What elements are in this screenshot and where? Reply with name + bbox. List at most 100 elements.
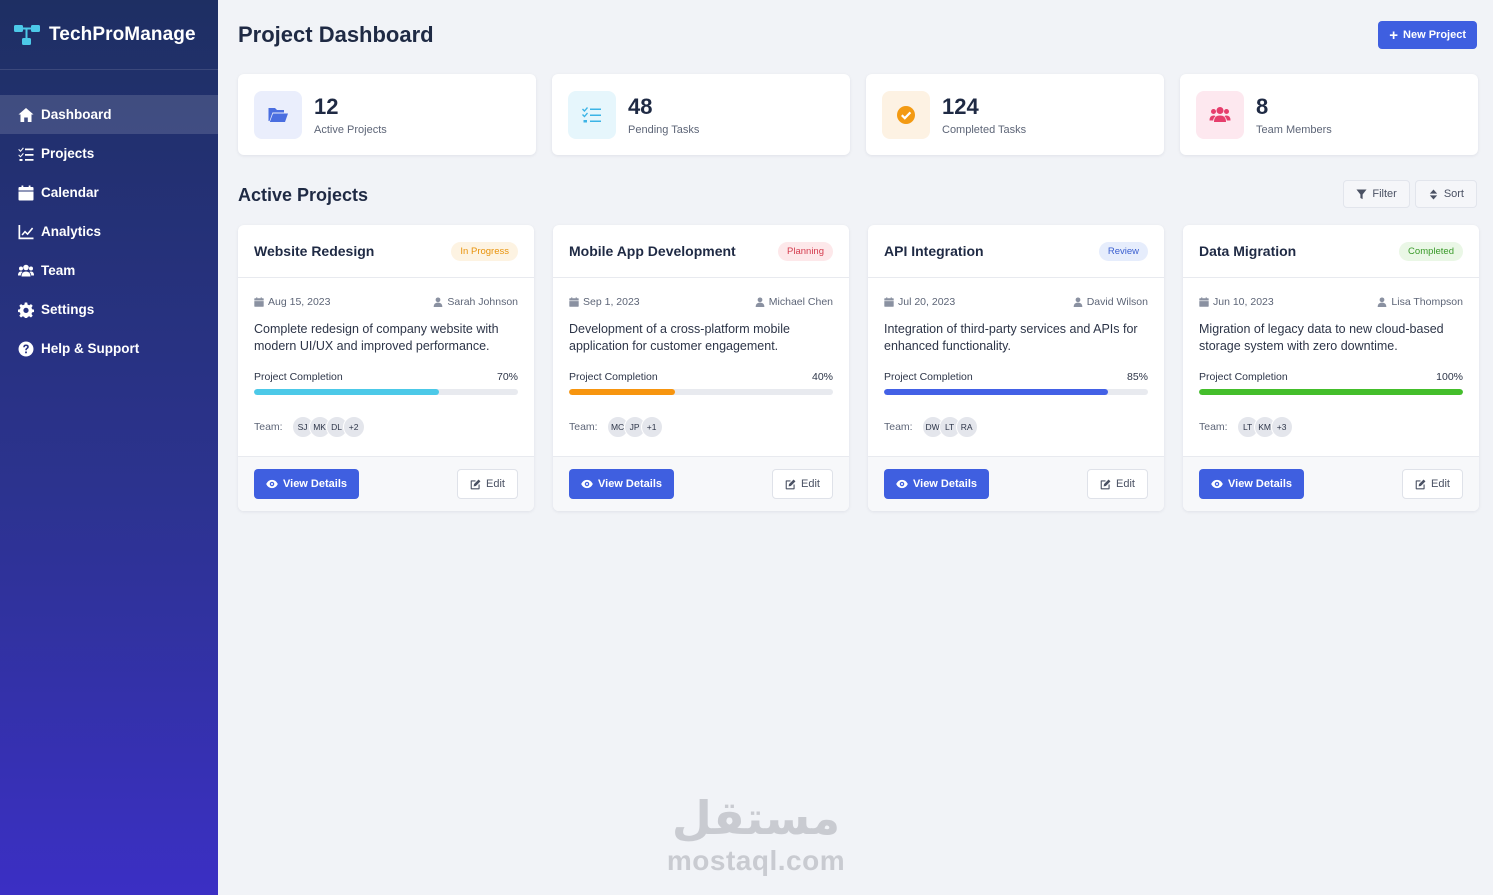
- project-card-body: Sep 1, 2023 Michael Chen Development of …: [553, 278, 849, 438]
- watermark-latin: mostaql.com: [666, 845, 846, 876]
- team-avatar: +3: [1270, 416, 1293, 438]
- team-label: Team:: [254, 421, 283, 433]
- project-description: Development of a cross-platform mobile a…: [569, 322, 790, 353]
- project-owner-text: Michael Chen: [768, 296, 833, 308]
- project-name: API Integration: [884, 243, 984, 259]
- progress-row: Project Completion 100%: [1199, 371, 1463, 383]
- project-card: Website Redesign In Progress Aug 15, 202…: [238, 225, 534, 511]
- sidebar-item-team[interactable]: Team: [0, 251, 218, 290]
- edit-button[interactable]: Edit: [1402, 469, 1463, 499]
- progress-row: Project Completion 40%: [569, 371, 833, 383]
- edit-label: Edit: [486, 478, 505, 490]
- users-icon: [1196, 90, 1244, 139]
- sidebar-item-label: Analytics: [41, 224, 102, 239]
- progress-fill: [569, 389, 675, 395]
- project-owner: Sarah Johnson: [433, 296, 518, 308]
- users-icon: [17, 262, 34, 279]
- team-avatars: MC JP +1: [606, 416, 663, 438]
- stat-value: 48: [628, 93, 653, 119]
- sidebar-item-help[interactable]: Help & Support: [0, 329, 218, 368]
- sort-button[interactable]: Sort: [1414, 180, 1477, 208]
- edit-label: Edit: [1431, 478, 1450, 490]
- project-card-footer: View Details Edit: [1183, 456, 1479, 511]
- watermark-arabic: مستقل: [671, 791, 841, 845]
- edit-icon: [470, 479, 481, 489]
- page-title: Project Dashboard: [238, 22, 434, 47]
- project-card: Mobile App Development Planning Sep 1, 2…: [553, 225, 849, 511]
- progress-label: Project Completion: [1199, 371, 1288, 383]
- stat-card-pending-tasks: 48 Pending Tasks: [552, 74, 850, 155]
- project-owner-text: Lisa Thompson: [1391, 296, 1463, 308]
- sidebar-item-calendar[interactable]: Calendar: [0, 173, 218, 212]
- calendar-icon: [254, 297, 264, 307]
- status-badge: Planning: [778, 241, 833, 261]
- sidebar-item-settings[interactable]: Settings: [0, 290, 218, 329]
- view-details-button[interactable]: View Details: [569, 469, 674, 499]
- checklist-icon: [568, 90, 616, 139]
- edit-icon: [785, 479, 796, 489]
- team-row: Team: LT KM +3: [1199, 416, 1463, 438]
- sort-label: Sort: [1443, 188, 1464, 200]
- progress-bar: [884, 389, 1148, 395]
- team-avatar: +1: [640, 416, 663, 438]
- status-badge: Review: [1098, 241, 1148, 261]
- view-details-label: View Details: [283, 478, 347, 490]
- sidebar-item-label: Settings: [41, 302, 95, 317]
- progress-row: Project Completion 85%: [884, 371, 1148, 383]
- filter-button[interactable]: Filter: [1343, 180, 1410, 208]
- brand: TechProManage: [0, 0, 218, 70]
- calendar-icon: [17, 184, 34, 201]
- edit-button[interactable]: Edit: [772, 469, 833, 499]
- edit-button[interactable]: Edit: [457, 469, 518, 499]
- view-details-button[interactable]: View Details: [1199, 469, 1304, 499]
- project-date-text: Sep 1, 2023: [583, 296, 640, 308]
- user-icon: [1378, 297, 1387, 307]
- stat-card-completed-tasks: 124 Completed Tasks: [866, 74, 1164, 155]
- team-avatars: LT KM +3: [1236, 416, 1293, 438]
- new-project-button[interactable]: + New Project: [1378, 21, 1477, 49]
- view-details-label: View Details: [598, 478, 662, 490]
- team-avatars: SJ MK DL +2: [291, 416, 365, 438]
- project-owner-text: Sarah Johnson: [447, 296, 518, 308]
- home-icon: [17, 106, 34, 123]
- calendar-icon: [1199, 297, 1209, 307]
- project-card: API Integration Review Jul 20, 2023 Davi…: [868, 225, 1164, 511]
- project-card-body: Jun 10, 2023 Lisa Thompson Migration of …: [1183, 278, 1479, 438]
- project-meta: Jun 10, 2023 Lisa Thompson: [1199, 296, 1463, 308]
- sidebar-item-projects[interactable]: Projects: [0, 134, 218, 173]
- stat-label: Pending Tasks: [628, 123, 700, 136]
- sidebar-item-label: Team: [41, 263, 76, 278]
- project-description: Integration of third-party services and …: [884, 322, 1138, 353]
- stat-card-team-members: 8 Team Members: [1180, 74, 1478, 155]
- view-details-label: View Details: [913, 478, 977, 490]
- gear-icon: [17, 301, 34, 318]
- view-details-button[interactable]: View Details: [254, 469, 359, 499]
- view-details-label: View Details: [1228, 478, 1292, 490]
- sidebar-item-dashboard[interactable]: Dashboard: [0, 95, 218, 134]
- progress-bar: [569, 389, 833, 395]
- project-name: Data Migration: [1199, 243, 1297, 259]
- watermark: مستقل mostaql.com: [656, 790, 856, 876]
- progress-row: Project Completion 70%: [254, 371, 518, 383]
- sidebar: TechProManage Dashboard Projects Calenda…: [0, 0, 218, 895]
- stat-value: 12: [314, 93, 339, 119]
- progress-bar: [1199, 389, 1463, 395]
- tasks-icon: [17, 145, 34, 162]
- filter-icon: [1356, 188, 1367, 199]
- view-details-button[interactable]: View Details: [884, 469, 989, 499]
- project-card-header: Mobile App Development Planning: [553, 225, 849, 278]
- progress-value: 85%: [1126, 371, 1148, 383]
- team-avatars: DW LT RA: [921, 416, 978, 438]
- team-row: Team: MC JP +1: [569, 416, 833, 438]
- chart-line-icon: [17, 223, 34, 240]
- sidebar-item-label: Dashboard: [41, 107, 112, 122]
- project-card-header: Website Redesign In Progress: [238, 225, 534, 278]
- project-name: Mobile App Development: [569, 243, 736, 259]
- brand-name: TechProManage: [49, 23, 196, 45]
- sidebar-item-analytics[interactable]: Analytics: [0, 212, 218, 251]
- main-content: Project Dashboard + New Project 12 Activ…: [218, 0, 1493, 895]
- stat-value: 8: [1256, 93, 1269, 119]
- edit-button[interactable]: Edit: [1087, 469, 1148, 499]
- new-project-label: New Project: [1403, 29, 1466, 41]
- progress-value: 70%: [496, 371, 518, 383]
